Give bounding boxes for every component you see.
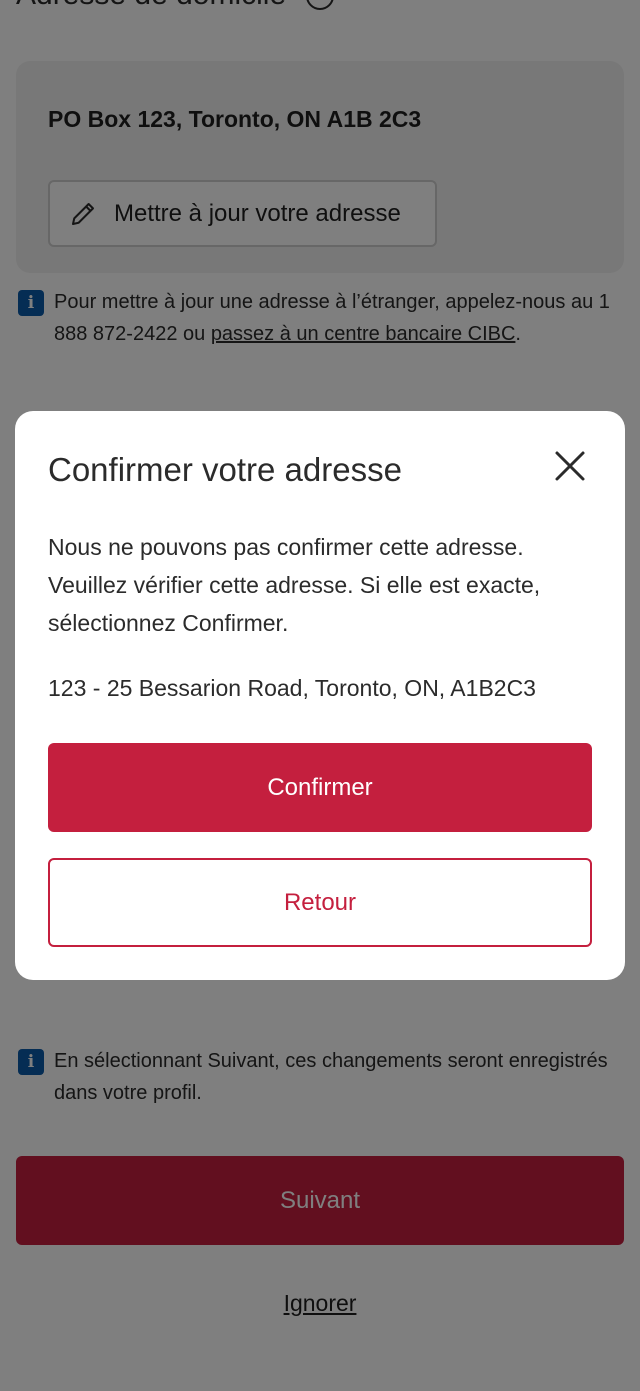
suggested-address: 123 - 25 Bessarion Road, Toronto, ON, A1… bbox=[48, 675, 536, 701]
close-button[interactable] bbox=[550, 446, 590, 486]
back-button[interactable]: Retour bbox=[48, 858, 592, 947]
screen: Adresse de domicile PO Box 123, Toronto,… bbox=[0, 0, 640, 1391]
modal-title: Confirmer votre adresse bbox=[48, 451, 402, 488]
confirm-button[interactable]: Confirmer bbox=[48, 743, 592, 832]
modal-message: Nous ne pouvons pas confirmer cette adre… bbox=[48, 534, 541, 636]
confirm-address-modal: Confirmer votre adresse Nous ne pouvons … bbox=[15, 411, 625, 980]
close-icon bbox=[555, 451, 585, 481]
